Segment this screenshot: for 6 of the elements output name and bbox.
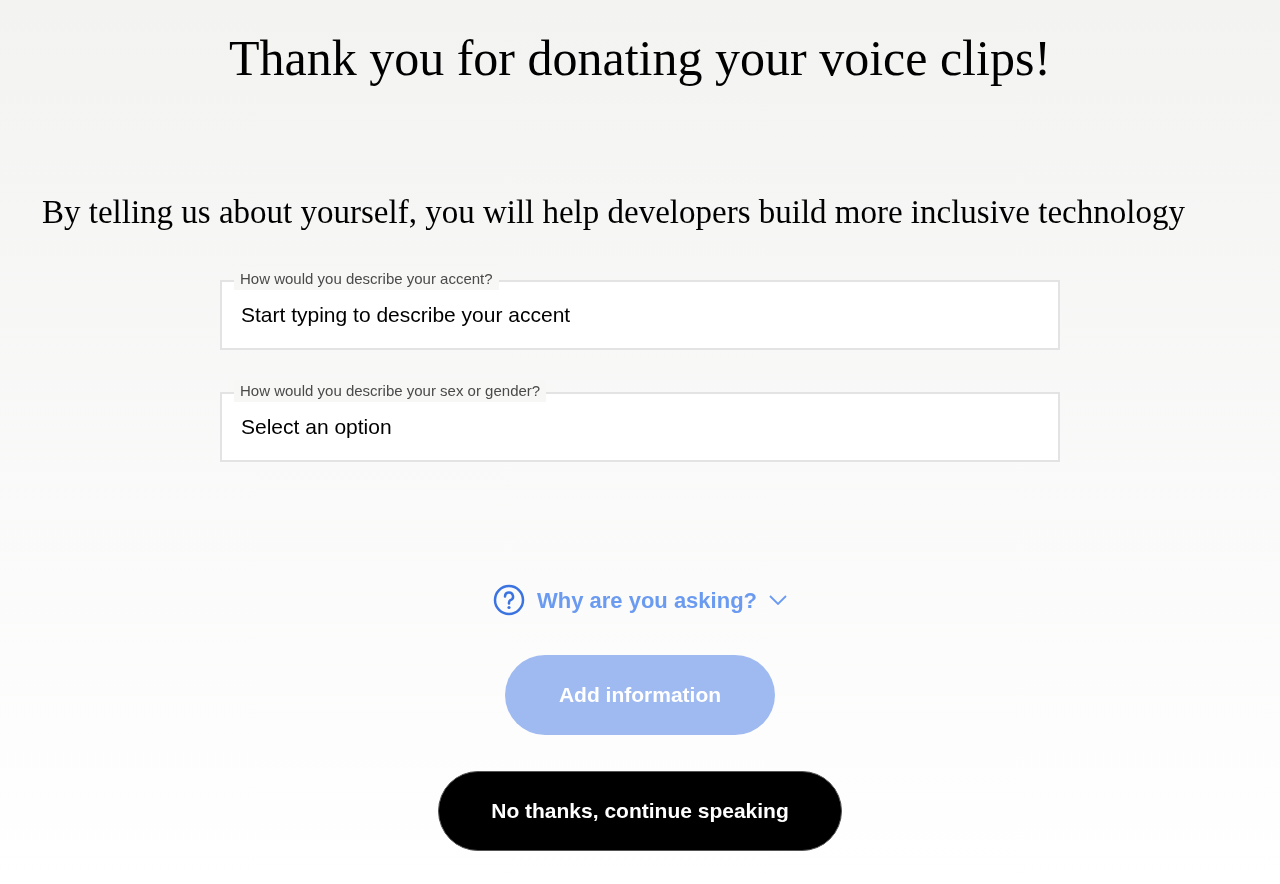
why-asking-link[interactable]: Why are you asking? [492,583,788,617]
help-icon [492,584,525,616]
continue-speaking-button[interactable]: No thanks, continue speaking [438,770,842,851]
chevron-icon [769,595,788,605]
page-title: Thank you for donating your voice clips! [229,29,1051,88]
page-subtitle: By telling us about yourself, you will help developers build more inclusive technology [42,193,1185,232]
